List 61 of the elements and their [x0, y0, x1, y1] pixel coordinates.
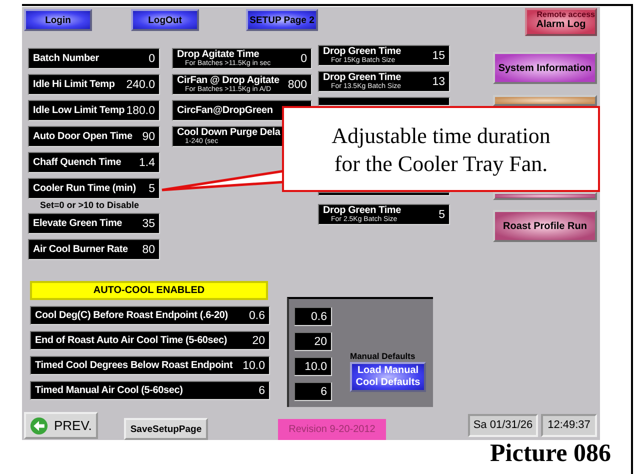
setting-label: Cool Down Purge Dela: [177, 128, 280, 138]
alarm-log-label: Alarm Log: [536, 19, 586, 31]
setting-label: End of Roast Auto Air Cool Time (5-60sec): [35, 336, 228, 346]
setting-label: Drop Green Time: [323, 73, 402, 83]
setting-value[interactable]: 5: [148, 182, 155, 194]
save-button[interactable]: SaveSetupPage: [124, 418, 208, 440]
setting-label: Drop Green Time: [323, 47, 401, 57]
setting-value[interactable]: 6: [258, 384, 265, 396]
setting-label: Idle Hi Limit Temp: [33, 80, 115, 90]
side-button[interactable]: System Information: [493, 52, 597, 84]
setting-value[interactable]: 13: [432, 76, 445, 88]
setting-value[interactable]: 180.0: [126, 104, 155, 116]
setting-value[interactable]: 80: [142, 244, 155, 256]
setting-value[interactable]: 800: [288, 78, 307, 90]
setting-label: Idle Low Limit Temp: [33, 106, 125, 116]
revision-label: Revision 9-20-2012: [278, 419, 386, 440]
setting-value[interactable]: 0: [148, 52, 155, 64]
hint-text: Set=0 or >10 to Disable: [40, 200, 140, 210]
setting-value[interactable]: 240.0: [126, 78, 155, 90]
setting-label: Drop Green Time: [323, 206, 401, 216]
setting-value[interactable]: 0: [300, 52, 307, 64]
side-button[interactable]: [493, 192, 597, 200]
setting-value[interactable]: 0.6: [311, 310, 327, 322]
setting-label: Timed Manual Air Cool (5-60sec): [35, 386, 183, 396]
setting-label: Cooler Run Time (min): [33, 184, 136, 194]
nav-button[interactable]: Login: [24, 9, 92, 31]
callout-box: Adjustable time duration for the Cooler Tray Fan.: [282, 106, 600, 192]
setting-value[interactable]: 6: [320, 386, 327, 398]
setting-value[interactable]: 20: [252, 334, 265, 346]
setting-label: Elevate Green Time: [33, 218, 122, 228]
setting-label: Timed Cool Degrees Below Roast Endpoint: [35, 360, 233, 370]
load-defaults-button[interactable]: Load Manual Cool Defaults: [350, 362, 426, 392]
setting-label: Batch Number: [33, 54, 99, 64]
picture-caption: Picture 086: [490, 440, 612, 468]
side-button[interactable]: [493, 95, 597, 106]
setting-value[interactable]: 20: [314, 336, 327, 348]
date-display: Sa 01/31/26: [468, 414, 538, 437]
setting-label: Chaff Quench Time: [33, 158, 122, 168]
setting-value[interactable]: 5: [438, 208, 445, 220]
setting-label: Cool Deg(C) Before Roast Endpoint (.6-20): [35, 310, 228, 320]
setting-value[interactable]: 35: [142, 218, 155, 230]
setting-value[interactable]: 15: [432, 50, 445, 62]
remote-access-label: Remote access: [536, 10, 595, 19]
setting-label: Auto Door Open Time: [33, 132, 132, 142]
nav-button[interactable]: SETUP Page 2: [246, 9, 318, 31]
setting-label: CircFan@DropGreen: [177, 106, 273, 116]
prev-button[interactable]: PREV.: [24, 412, 98, 439]
alarm-log-button[interactable]: Remote access Alarm Log: [525, 8, 597, 36]
setting-value[interactable]: 0.6: [249, 310, 265, 322]
setting-label: Drop Agitate Time: [177, 50, 260, 60]
side-button[interactable]: Roast Profile Run: [493, 210, 597, 242]
setting-label: Air Cool Burner Rate: [33, 244, 128, 254]
panel-label: Manual Defaults: [350, 351, 416, 361]
setting-value[interactable]: 90: [142, 130, 155, 142]
setting-label: CirFan @ Drop Agitate: [177, 76, 280, 86]
setting-value[interactable]: 10.0: [304, 360, 327, 372]
time-display: 12:49:37: [541, 414, 597, 437]
setting-value[interactable]: 10.0: [242, 360, 265, 372]
status-banner: AUTO-COOL ENABLED: [30, 281, 268, 300]
setting-value[interactable]: 1.4: [139, 156, 155, 168]
nav-button[interactable]: LogOut: [131, 9, 199, 31]
